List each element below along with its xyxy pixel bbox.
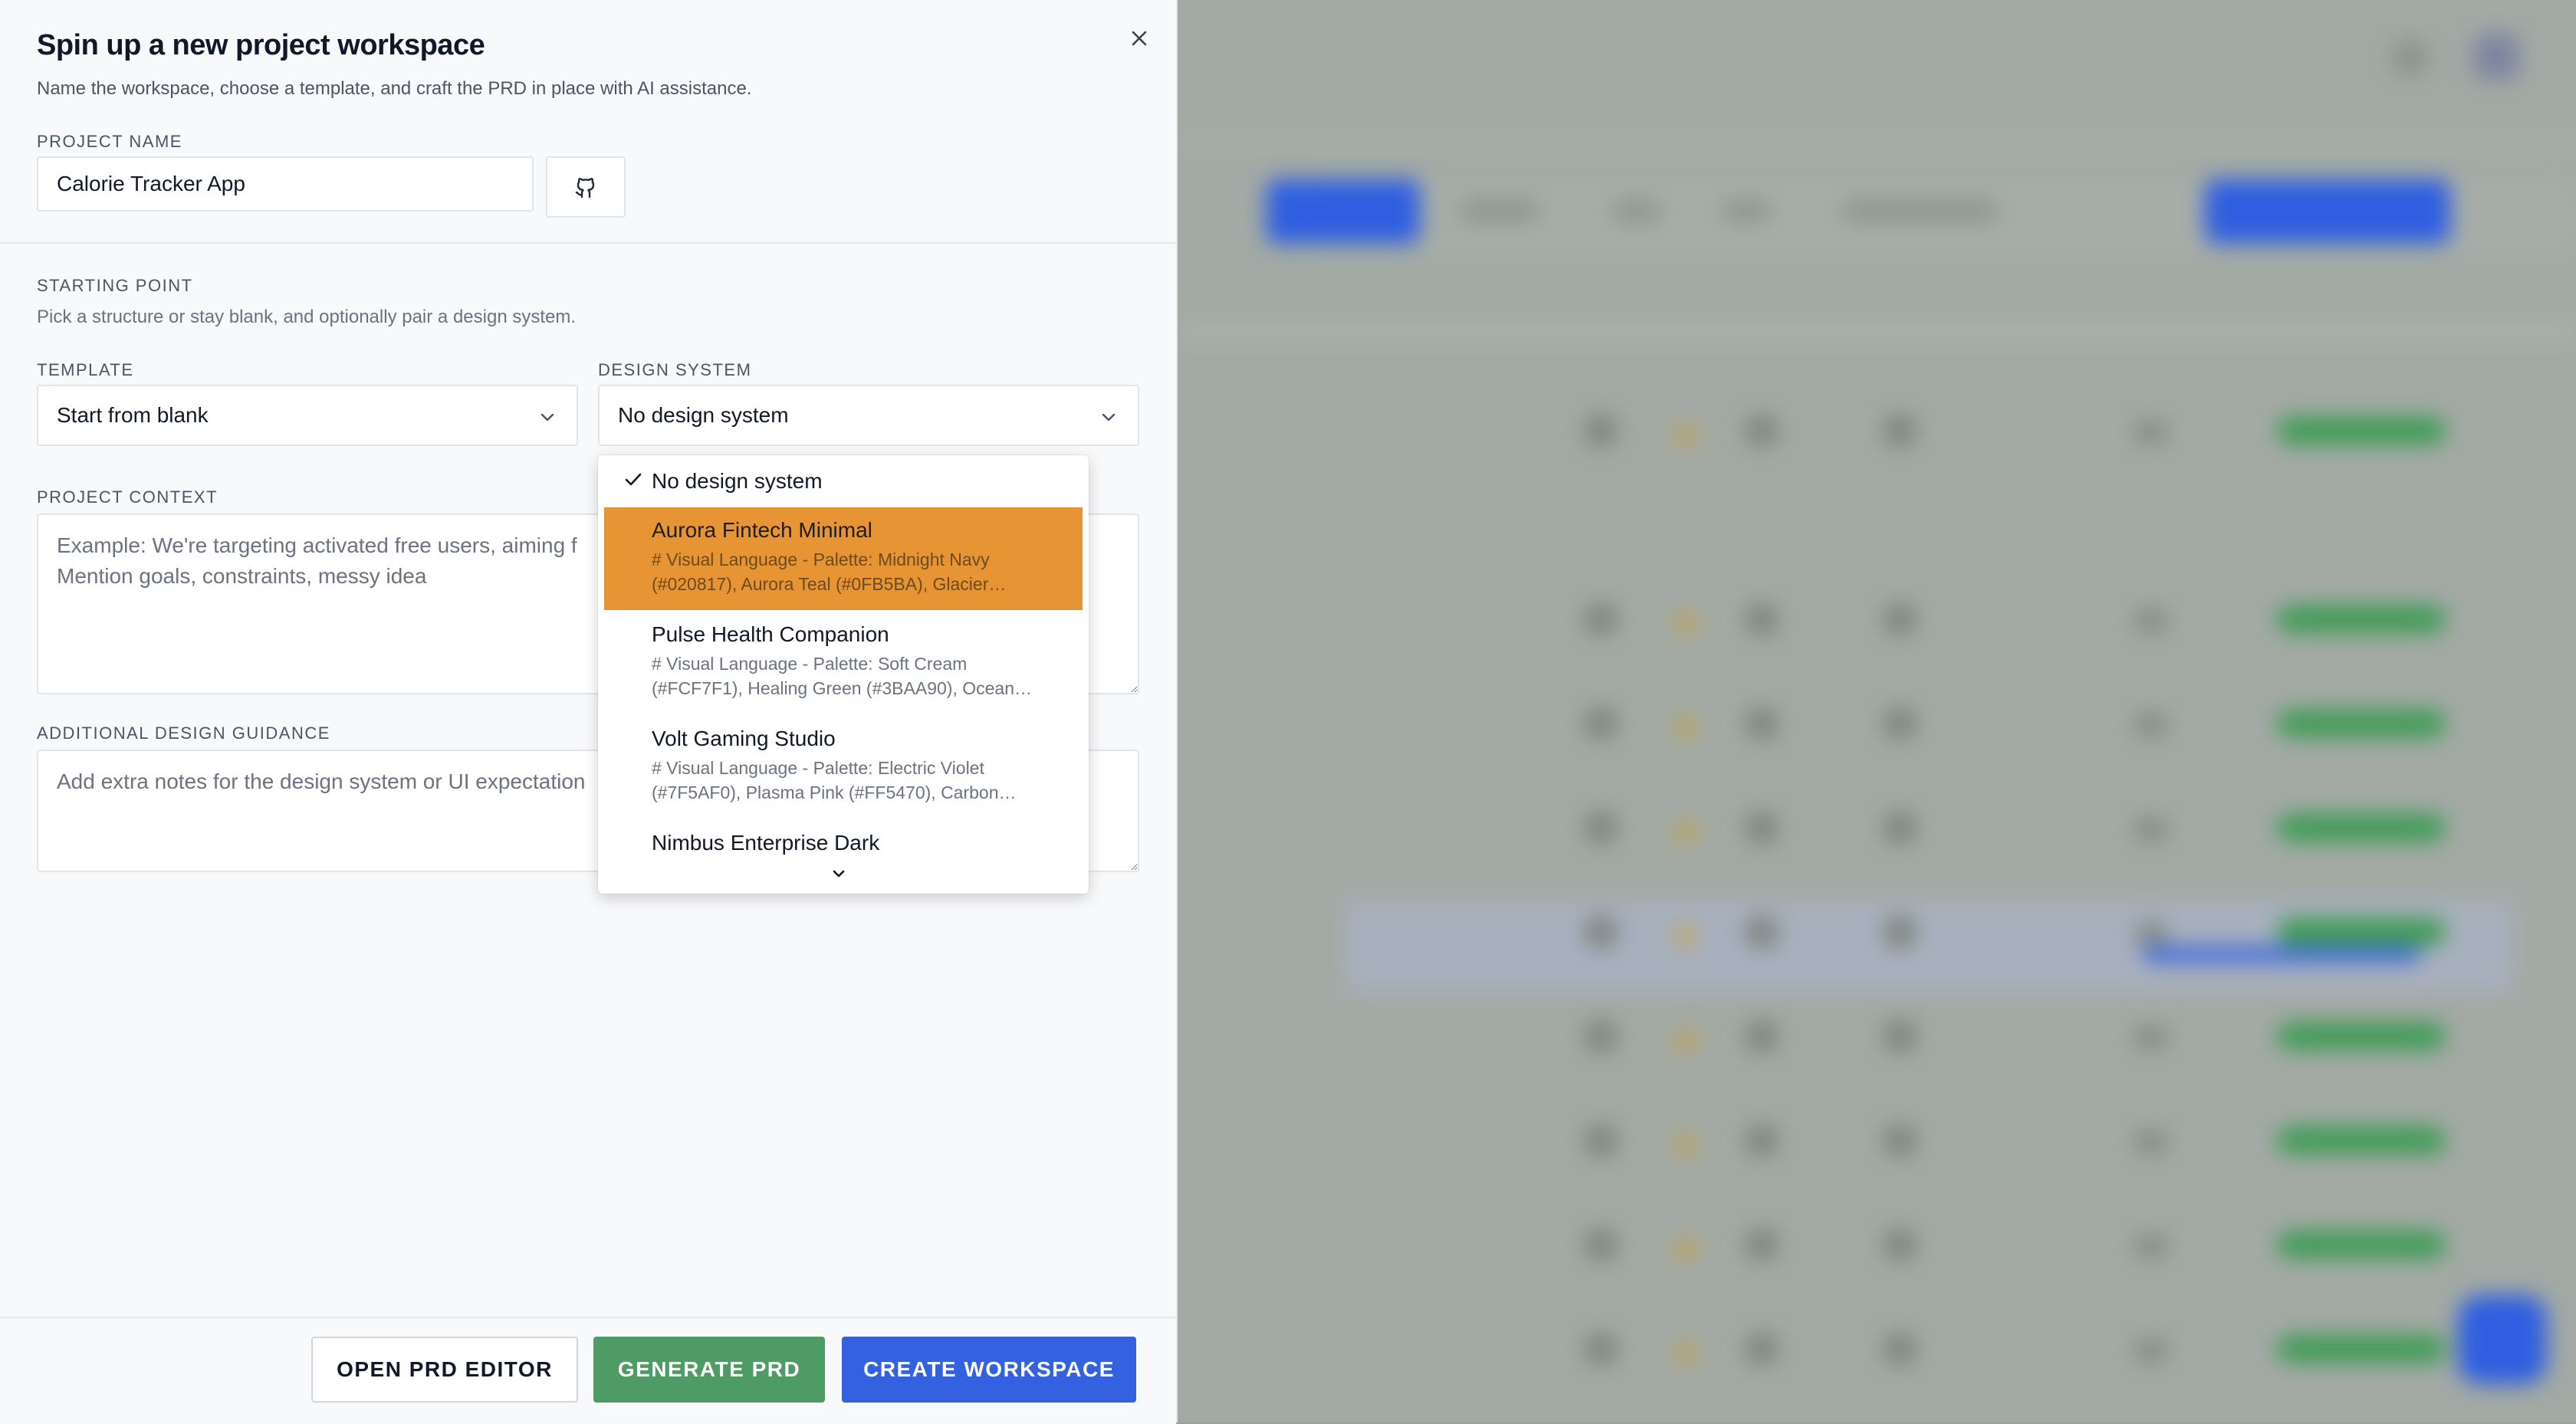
template-label: TEMPLATE [37,360,134,379]
background-app [1178,0,2576,1422]
check-icon [625,473,642,486]
open-prd-editor-button[interactable]: OPEN PRD EDITOR [311,1337,578,1403]
design-system-dropdown: No design system Aurora Fintech Minimal … [598,455,1089,894]
starting-point-label: STARTING POINT [37,276,193,295]
project-name-input[interactable] [37,156,534,212]
template-select[interactable]: Start from blank [37,385,578,446]
dropdown-option[interactable]: Aurora Fintech Minimal # Visual Language… [604,507,1083,610]
option-desc-line1: # Visual Language - Palette: Midnight Na… [652,550,990,569]
project-name-label: PROJECT NAME [37,132,182,151]
generate-prd-button[interactable]: GENERATE PRD [593,1337,825,1403]
option-name: Volt Gaming Studio [652,727,836,750]
additional-guidance-label: ADDITIONAL DESIGN GUIDANCE [37,723,330,743]
option-desc-line1: # Visual Language - Palette: Electric Vi… [652,758,984,778]
template-select-value: Start from blank [57,403,209,427]
option-desc-line2: (#FCF7F1), Healing Green (#3BAA90), Ocea… [652,678,1032,698]
dropdown-option-label: No design system [652,469,823,493]
dropdown-option-selected[interactable]: No design system [604,455,1083,506]
close-icon [1132,31,1147,46]
design-system-select[interactable]: No design system [598,385,1139,446]
option-desc-line2: (#7F5AF0), Plasma Pink (#FF5470), Carbon… [652,783,1017,802]
new-workspace-dialog: Spin up a new project workspace Name the… [0,0,1178,1424]
chevron-down-icon [540,413,554,422]
github-icon [575,178,595,199]
github-button[interactable] [546,156,626,218]
dialog-title: Spin up a new project workspace [37,29,485,61]
dialog-subtitle: Name the workspace, choose a template, a… [37,78,752,99]
starting-point-hint: Pick a structure or stay blank, and opti… [37,307,577,327]
dialog-header: Spin up a new project workspace Name the… [0,0,1176,244]
scroll-down-chevron-icon[interactable] [830,865,848,883]
project-context-label: PROJECT CONTEXT [37,487,219,507]
option-name: Pulse Health Companion [652,622,889,646]
design-system-select-value: No design system [618,403,789,427]
dropdown-option[interactable]: Volt Gaming Studio # Visual Language - P… [604,716,1083,819]
option-desc-line2: (#020817), Aurora Teal (#0FB5BA), Glacie… [652,574,1007,594]
chevron-down-icon [1102,413,1116,422]
close-button[interactable] [1124,23,1155,54]
dropdown-option[interactable]: Pulse Health Companion # Visual Language… [604,612,1083,714]
option-name: Aurora Fintech Minimal [652,518,872,542]
option-desc-line1: # Visual Language - Palette: Soft Cream [652,654,968,674]
design-system-label: DESIGN SYSTEM [598,360,752,379]
dropdown-option[interactable]: Nimbus Enterprise Dark [604,820,1083,866]
option-name: Nimbus Enterprise Dark [652,831,880,855]
create-workspace-button[interactable]: CREATE WORKSPACE [842,1337,1136,1403]
